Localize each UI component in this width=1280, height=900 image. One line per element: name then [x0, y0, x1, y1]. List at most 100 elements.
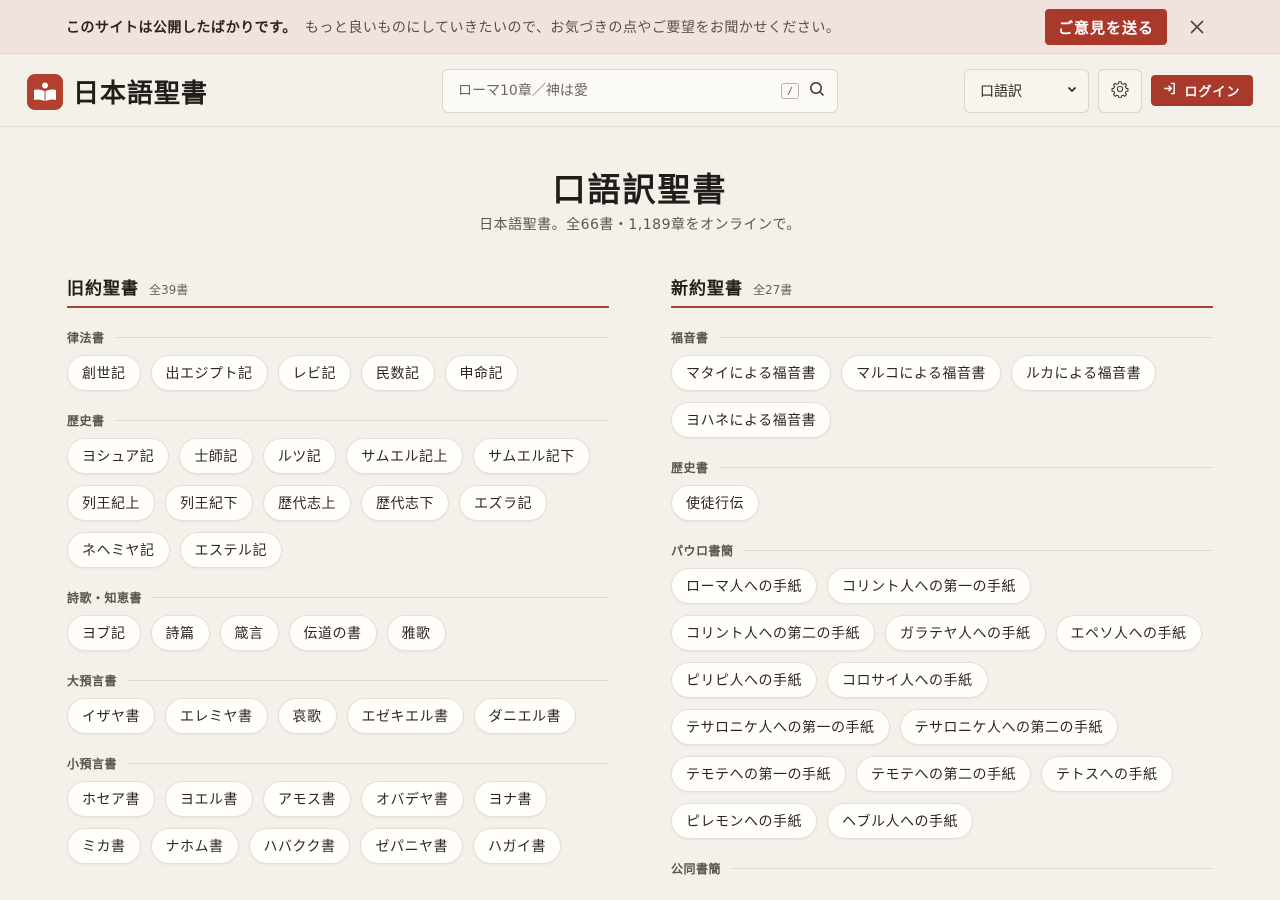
book-category: 福音書マタイによる福音書 マルコによる福音書 ルカによる福音書ヨハネによる福音書	[671, 328, 1213, 438]
book-link[interactable]: ヨブ記	[67, 615, 141, 651]
category-name: 律法書	[67, 330, 105, 345]
book-link[interactable]: ヨエル書	[165, 781, 253, 817]
category-header: 歴史書	[67, 411, 609, 429]
book-link[interactable]: コロサイ人への手紙	[827, 662, 988, 698]
book-link[interactable]: サムエル記上	[346, 438, 463, 474]
book-link[interactable]: コリント人への第一の手紙	[827, 568, 1031, 604]
book-link[interactable]: テサロニケ人への第一の手紙	[671, 709, 890, 745]
book-link[interactable]: 箴言	[219, 615, 279, 651]
book-link[interactable]: ルツ記	[262, 438, 337, 474]
book-link[interactable]: テモテへの第一の手紙	[671, 756, 846, 792]
book-link[interactable]: ネヘミヤ記	[67, 532, 170, 568]
book-link[interactable]: ガラテヤ人への手紙	[885, 615, 1046, 651]
book-link[interactable]: ヨシュア記	[67, 438, 170, 474]
book-link[interactable]: テモテへの第二の手紙	[856, 756, 1031, 792]
new-testament-header: 新約聖書 全27書	[671, 270, 1213, 308]
book-icon	[27, 73, 63, 110]
book-link[interactable]: 雅歌	[386, 615, 446, 651]
book-link[interactable]: ホセア書	[67, 781, 155, 817]
book-list: ローマ人への手紙 コリント人への第一の手紙コリント人への第二の手紙 ガラテヤ人への手…	[671, 568, 1213, 839]
feedback-button[interactable]: ご意見を送る	[1045, 9, 1167, 45]
book-link[interactable]: ナホム書	[150, 828, 239, 864]
book-link[interactable]: マルコによる福音書	[841, 355, 1001, 391]
book-link[interactable]: ピリピ人への手紙	[671, 662, 817, 698]
category-divider	[152, 596, 609, 598]
category-header: 大預言書	[67, 671, 609, 689]
book-link[interactable]: 列王紀下	[165, 485, 253, 521]
category-header: 小預言書	[67, 754, 609, 772]
site-header: 日本語聖書 / 口語訳 ログイン	[0, 54, 1280, 127]
book-link[interactable]: ヨナ書	[473, 781, 547, 817]
book-link[interactable]: ヨハネによる福音書	[671, 402, 832, 438]
banner-message: もっと良いものにしていきたいので、お気づきの点やご要望をお聞かせください。	[304, 19, 841, 36]
book-link[interactable]: 使徒行伝	[671, 485, 759, 521]
version-select[interactable]: 口語訳	[964, 69, 1089, 113]
book-link[interactable]: ダニエル書	[473, 698, 576, 734]
book-link[interactable]: 出エジプト記	[150, 355, 268, 391]
book-link[interactable]: マタイによる福音書	[671, 355, 832, 391]
book-link[interactable]: ハバクク書	[248, 828, 351, 864]
book-link[interactable]: 伝道の書	[288, 615, 377, 651]
book-link[interactable]: エレミヤ書	[165, 698, 268, 734]
book-list: ヨシュア記 士師記 ルツ記 サムエル記上 サムエル記下 列王紀上 列王紀下 歴代志上 歴代志下エ…	[67, 438, 609, 568]
banner-text: このサイトは公開したばかりです。 もっと良いものにしていきたいので、お気づきの点…	[66, 17, 840, 37]
book-link[interactable]: テサロニケ人への第二の手紙	[899, 709, 1118, 745]
settings-button[interactable]	[1098, 69, 1142, 113]
book-category: パウロ書簡 ローマ人への手紙 コリント人への第一の手紙 コリント人への第二の手紙 ガラテ…	[671, 541, 1213, 839]
version-selected-label: 口語訳	[980, 84, 1022, 100]
book-link[interactable]: ヘブル人への手紙	[827, 803, 973, 839]
login-button[interactable]: ログイン	[1151, 75, 1253, 106]
book-link[interactable]: エズラ記	[459, 485, 547, 521]
book-link[interactable]: オバデヤ書	[361, 781, 464, 817]
book-link[interactable]: コリント人への第二の手紙	[671, 615, 875, 651]
book-link[interactable]: アモス書	[263, 781, 351, 817]
book-link[interactable]: レビ記	[277, 355, 351, 391]
book-list: イザヤ書 エレミヤ書 哀歌 エゼキエル書 ダニエル書	[67, 698, 609, 734]
book-link[interactable]: 申命記	[444, 355, 518, 391]
book-category: 歴史書ヨシュア記 士師記 ルツ記 サムエル記上 サムエル記下列王紀上 列王紀下 歴代志上 歴代…	[67, 411, 609, 568]
category-header: 歴史書	[671, 458, 1213, 476]
category-divider	[743, 549, 1213, 551]
book-link[interactable]: 詩篇	[150, 615, 210, 651]
new-testament-title: 新約聖書	[671, 279, 743, 299]
book-list: 使徒行伝	[671, 485, 1213, 521]
page-subtitle: 日本語聖書。全66書・1,189章をオンラインで。	[479, 217, 801, 233]
close-icon[interactable]	[1186, 16, 1208, 38]
category-divider	[114, 419, 609, 421]
book-link[interactable]: 創世記	[67, 355, 141, 391]
book-link[interactable]: 歴代志上	[263, 485, 351, 521]
book-link[interactable]: 士師記	[179, 438, 253, 474]
book-link[interactable]: ピレモンへの手紙	[671, 803, 817, 839]
category-name: 小預言書	[67, 756, 118, 771]
site-logo[interactable]: 日本語聖書	[27, 73, 208, 110]
new-testament-count: 全27書	[753, 283, 793, 297]
book-link[interactable]: ゼパニヤ書	[360, 828, 463, 864]
category-header: 公同書簡	[671, 859, 1213, 877]
book-link[interactable]: ハガイ書	[472, 828, 561, 864]
book-link[interactable]: エステル記	[179, 532, 282, 568]
book-link[interactable]: 民数記	[361, 355, 435, 391]
page-title: 口語訳聖書	[552, 170, 728, 209]
book-link[interactable]: 哀歌	[277, 698, 337, 734]
search-icon[interactable]	[809, 81, 825, 101]
category-name: 福音書	[671, 330, 709, 345]
book-link[interactable]: サムエル記下	[472, 438, 590, 474]
category-header: 福音書	[671, 328, 1213, 346]
category-name: 詩歌・知恵書	[67, 590, 143, 605]
book-link[interactable]: ミカ書	[67, 828, 141, 864]
book-link[interactable]: テトスへの手紙	[1041, 756, 1173, 792]
chevron-down-icon	[1066, 83, 1078, 99]
category-divider	[718, 336, 1213, 338]
book-link[interactable]: ルカによる福音書	[1010, 355, 1157, 391]
old-testament-section: 旧約聖書 全39書 律法書 創世記 出エジプト記 レビ記 民数記 申命記 歴史書 ヨシュア記士…	[67, 270, 609, 864]
search-input[interactable]	[458, 83, 781, 99]
book-link[interactable]: 列王紀上	[67, 485, 155, 521]
book-link[interactable]: イザヤ書	[67, 698, 155, 734]
book-link[interactable]: 歴代志下	[361, 485, 449, 521]
book-category: 歴史書 使徒行伝	[671, 458, 1213, 521]
book-link[interactable]: ローマ人への手紙	[671, 568, 817, 604]
book-link[interactable]: エペソ人への手紙	[1055, 615, 1202, 651]
book-link[interactable]: エゼキエル書	[346, 698, 464, 734]
search-box[interactable]: /	[442, 69, 838, 113]
category-divider	[731, 867, 1213, 869]
